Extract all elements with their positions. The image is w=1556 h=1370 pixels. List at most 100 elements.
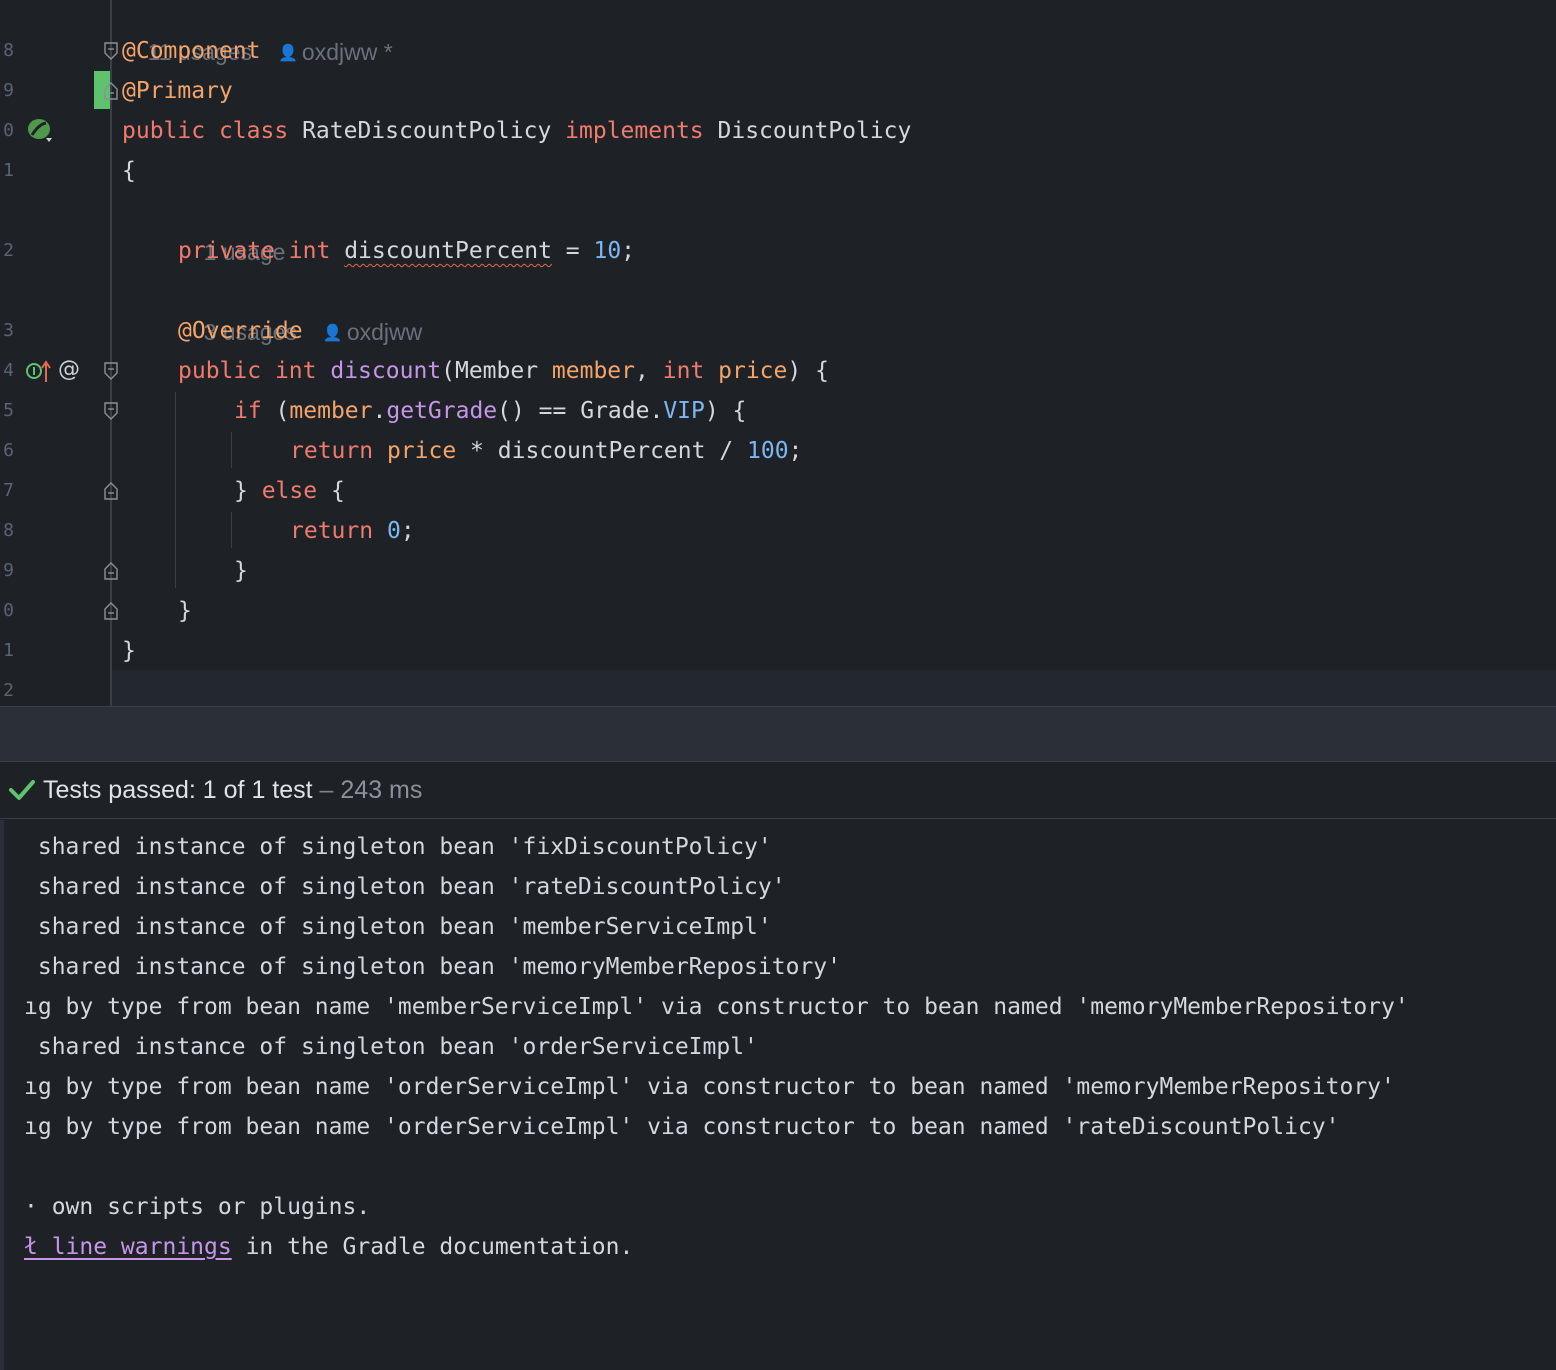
code-line[interactable]: }: [234, 551, 248, 591]
code-line[interactable]: } else {: [234, 471, 345, 511]
line-number: 4: [3, 360, 14, 381]
code-line[interactable]: }: [178, 591, 192, 631]
line-number: 0: [3, 120, 14, 141]
punctuation: () == Grade.: [497, 398, 664, 424]
operator: =: [551, 238, 594, 264]
punctuation: ,: [635, 358, 663, 384]
expression: * discountPercent /: [456, 438, 747, 464]
interface-name: DiscountPolicy: [717, 118, 912, 144]
gradle-docs-link[interactable]: ł_line_warnings: [24, 1234, 232, 1260]
author-name[interactable]: oxdjww: [347, 319, 422, 345]
semicolon: ;: [621, 238, 636, 264]
fold-collapse-icon[interactable]: [104, 402, 118, 420]
status-separator: –: [312, 776, 341, 804]
fold-collapse-icon[interactable]: [104, 362, 118, 380]
line-number: 3: [3, 320, 14, 341]
number-literal: 10: [593, 238, 622, 264]
fold-end-icon[interactable]: [104, 482, 118, 500]
console-text: in the Gradle documentation.: [231, 1234, 634, 1260]
field-name: discountPercent: [344, 238, 552, 264]
code-line[interactable]: public int discount(Member member, int p…: [178, 351, 829, 391]
brace: {: [317, 478, 345, 504]
usages-hint[interactable]: 3 usages 👤 oxdjww: [178, 272, 423, 345]
line-number: 9: [3, 560, 14, 581]
indent-guide: [175, 392, 176, 588]
author-name[interactable]: oxdjww *: [302, 39, 393, 65]
class-name: RateDiscountPolicy: [302, 118, 552, 144]
console-line: shared instance of singleton bean 'order…: [24, 1034, 758, 1060]
punctuation: (Member: [441, 358, 552, 384]
annotation-icon[interactable]: @: [58, 353, 80, 387]
code-line[interactable]: @Component: [122, 31, 260, 71]
keyword: return: [290, 438, 374, 464]
line-number: 2: [3, 240, 14, 261]
console-output[interactable]: shared instance of singleton bean 'fixDi…: [0, 820, 1556, 1370]
console-line: ł_line_warnings in the Gradle documentat…: [24, 1227, 633, 1267]
code-line[interactable]: if (member.getGrade() == Grade.VIP) {: [234, 391, 746, 431]
test-duration: 243 ms: [340, 776, 423, 804]
parameter: price: [718, 358, 788, 384]
punctuation: (: [261, 398, 290, 424]
line-number: 7: [3, 480, 14, 501]
test-status-bar: Tests passed: 1 of 1 test – 243 ms: [0, 762, 1556, 819]
punctuation: ) {: [704, 398, 747, 424]
parameter: member: [551, 358, 636, 384]
keyword: implements: [565, 118, 704, 144]
fold-end-icon[interactable]: [104, 562, 118, 580]
annotation: @Component: [122, 38, 261, 64]
keyword: int: [274, 358, 317, 384]
brace: {: [122, 158, 136, 184]
code-line[interactable]: @Override: [178, 311, 303, 351]
code-line[interactable]: return price * discountPercent / 100;: [290, 431, 802, 471]
number-literal: 0: [386, 518, 401, 544]
fold-end-icon[interactable]: [104, 602, 118, 620]
keyword: public: [178, 358, 262, 384]
console-line: ıg by type from bean name 'orderServiceI…: [24, 1114, 1340, 1140]
semicolon: ;: [400, 518, 415, 544]
usages-hint[interactable]: 1 usage: [178, 192, 286, 265]
console-line: shared instance of singleton bean 'memor…: [24, 954, 841, 980]
enum-constant: VIP: [663, 398, 705, 424]
keyword: class: [218, 118, 289, 144]
fold-collapse-icon[interactable]: [104, 42, 118, 60]
user-icon: 👤: [322, 325, 343, 342]
code-line[interactable]: }: [122, 631, 136, 671]
parameter: member: [289, 398, 373, 424]
console-line: shared instance of singleton bean 'rateD…: [24, 874, 786, 900]
method-call: getGrade: [386, 398, 498, 424]
indent-guide: [231, 512, 232, 548]
keyword: else: [261, 478, 318, 504]
line-number: 8: [3, 40, 14, 61]
tests-passed-text: Tests passed: 1 of 1 test: [43, 776, 313, 804]
code-editor[interactable]: 8 9 0 1 2 3 4 5 6 7 8 9 0 1 2 @ 11 usage…: [0, 0, 1556, 706]
spring-bean-icon[interactable]: [26, 116, 54, 144]
punctuation: ) {: [787, 358, 829, 384]
code-line[interactable]: public class RateDiscountPolicy implemen…: [122, 111, 911, 151]
brace: }: [234, 478, 262, 504]
code-line[interactable]: return 0;: [290, 511, 415, 551]
current-line-highlight: [112, 670, 1556, 706]
line-number: 0: [3, 600, 14, 621]
keyword: int: [288, 238, 331, 264]
code-line[interactable]: {: [122, 151, 136, 191]
line-number: 9: [3, 80, 14, 101]
fold-collapse-icon[interactable]: [104, 82, 118, 100]
implementing-method-icon[interactable]: [26, 358, 54, 384]
console-border: [0, 820, 4, 1370]
check-icon: [9, 780, 35, 800]
semicolon: ;: [788, 438, 803, 464]
line-number: 2: [3, 680, 14, 701]
brace: }: [234, 558, 248, 584]
annotation: @Override: [178, 318, 303, 344]
method-name: discount: [330, 358, 442, 384]
line-number: 1: [3, 640, 14, 661]
user-icon: 👤: [278, 45, 298, 62]
code-line[interactable]: @Primary: [122, 71, 233, 111]
brace: }: [122, 638, 136, 664]
console-line: shared instance of singleton bean 'membe…: [24, 914, 772, 940]
test-status-label: Tests passed: 1 of 1 test – 243 ms: [43, 762, 422, 818]
tool-window-header[interactable]: [0, 706, 1556, 762]
usages-hint[interactable]: 11 usages 👤 oxdjww *: [122, 0, 393, 65]
code-line[interactable]: private int discountPercent = 10;: [178, 231, 635, 271]
line-number: 6: [3, 440, 14, 461]
